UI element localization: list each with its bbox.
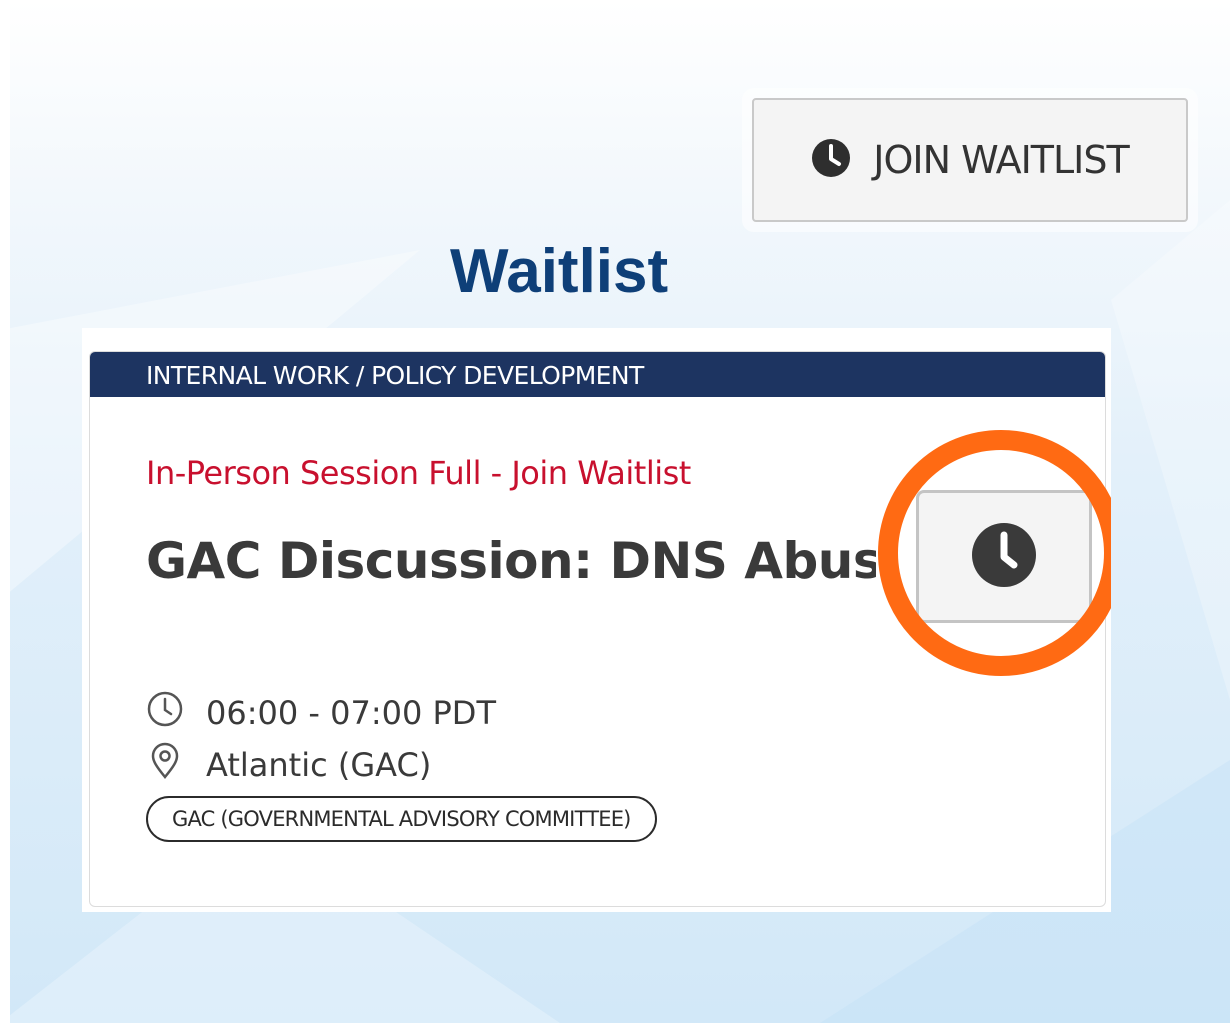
join-waitlist-label: JOIN WAITLIST — [873, 138, 1129, 182]
session-card: INTERNAL WORK / POLICY DEVELOPMENT In-Pe… — [89, 351, 1106, 907]
clock-icon — [811, 138, 851, 182]
page-heading: Waitlist — [450, 237, 669, 306]
waitlist-icon-button[interactable] — [916, 490, 1092, 623]
committee-tag[interactable]: GAC (GOVERNMENTAL ADVISORY COMMITTEE) — [146, 796, 657, 842]
session-status: In-Person Session Full - Join Waitlist — [146, 454, 691, 492]
session-card-container: INTERNAL WORK / POLICY DEVELOPMENT In-Pe… — [82, 328, 1111, 912]
session-time-row: 06:00 - 07:00 PDT — [146, 690, 496, 736]
card-category-label: INTERNAL WORK / POLICY DEVELOPMENT — [146, 361, 644, 390]
session-title[interactable]: GAC Discussion: DNS Abus — [146, 532, 876, 590]
clock-icon — [970, 521, 1038, 593]
card-category-bar: INTERNAL WORK / POLICY DEVELOPMENT — [90, 352, 1105, 397]
session-time: 06:00 - 07:00 PDT — [206, 694, 496, 732]
session-location: Atlantic (GAC) — [206, 746, 432, 784]
left-edge — [0, 0, 10, 1023]
join-waitlist-button[interactable]: JOIN WAITLIST — [752, 98, 1188, 222]
map-pin-icon — [146, 742, 184, 788]
session-location-row: Atlantic (GAC) — [146, 742, 431, 788]
clock-outline-icon — [146, 690, 184, 736]
